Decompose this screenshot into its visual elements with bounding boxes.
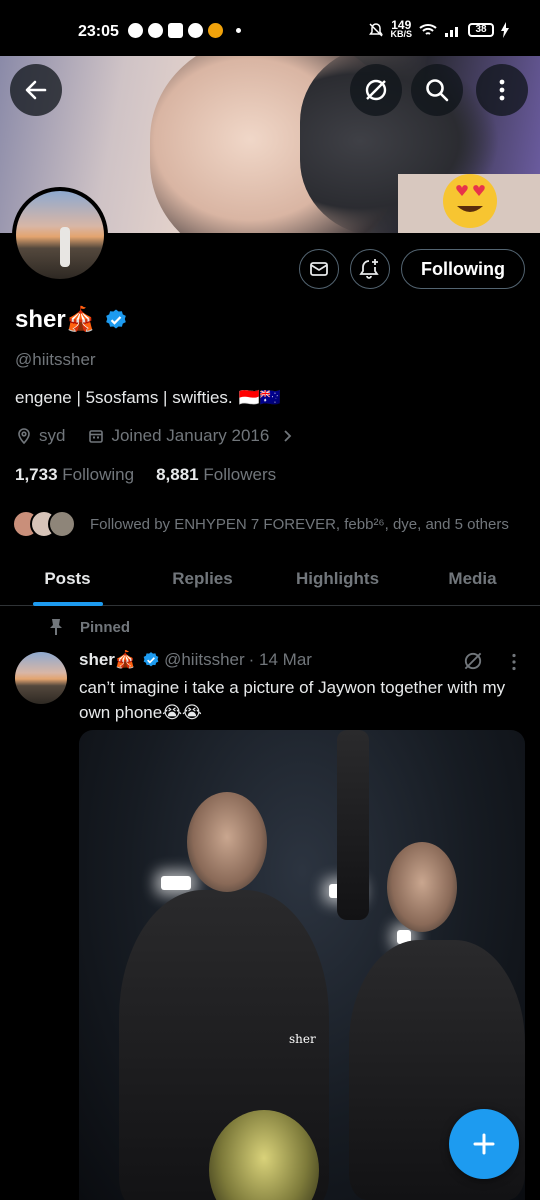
mail-icon xyxy=(310,262,328,276)
tab-highlights[interactable]: Highlights xyxy=(270,552,405,605)
status-bar: 23:05 149 KB/S 38 xyxy=(0,0,540,56)
image-watermark: sher xyxy=(289,1032,316,1046)
more-icon xyxy=(499,79,505,101)
speed-unit: KB/S xyxy=(390,29,412,39)
post-author-avatar[interactable] xyxy=(15,652,67,704)
back-button[interactable] xyxy=(10,64,62,116)
tab-media[interactable]: Media xyxy=(405,552,540,605)
post-author-handle: @hiitssher xyxy=(164,650,245,669)
grok-icon xyxy=(365,79,387,101)
whatsapp-icon xyxy=(128,23,143,38)
status-time: 23:05 xyxy=(78,23,119,40)
following-count: 1,733 xyxy=(15,465,58,484)
location-text: syd xyxy=(39,426,66,445)
following-button[interactable]: Following xyxy=(401,249,525,289)
following-label: Following xyxy=(62,465,135,484)
post-text: can’t imagine i take a picture of Jaywon… xyxy=(79,678,506,722)
search-icon xyxy=(426,79,449,102)
follower-avatar xyxy=(48,510,76,538)
profile-name: sher🎪 xyxy=(15,306,96,333)
follow-counts: 1,733 Following 8,881 Followers xyxy=(15,465,276,485)
pinned-label: Pinned xyxy=(80,618,131,636)
profile-avatar[interactable] xyxy=(12,187,108,283)
post-author-name[interactable]: sher🎪 xyxy=(79,650,136,670)
followers-label: Followers xyxy=(203,465,277,484)
more-notifications-dot xyxy=(236,28,241,33)
followed-by-text: Followed by ENHYPEN 7 FOREVER, febb²⁶, d… xyxy=(90,515,509,533)
tab-replies[interactable]: Replies xyxy=(135,552,270,605)
mute-icon xyxy=(369,23,384,37)
wifi-icon xyxy=(419,24,437,35)
profile-meta: syd Joined January 2016 xyxy=(15,426,295,446)
more-button[interactable] xyxy=(476,64,528,116)
followers-count: 8,881 xyxy=(156,465,199,484)
followed-by-row[interactable]: Followed by ENHYPEN 7 FOREVER, febb²⁶, d… xyxy=(12,508,509,540)
pin-icon xyxy=(50,619,62,635)
chevron-right-icon[interactable] xyxy=(279,428,295,444)
system-icons: 149 KB/S 38 xyxy=(368,19,510,39)
grok-button[interactable] xyxy=(350,64,402,116)
search-button[interactable] xyxy=(411,64,463,116)
bio-flags: 🇮🇩🇦🇺 xyxy=(238,388,281,407)
verified-icon xyxy=(143,652,159,667)
message-button[interactable] xyxy=(299,249,339,289)
bell-plus-icon xyxy=(359,259,379,279)
raised-arm xyxy=(337,730,369,920)
signal-icon xyxy=(445,27,458,37)
shopping-icon xyxy=(168,23,183,38)
post-more-icon[interactable] xyxy=(504,652,524,672)
location-icon xyxy=(18,428,30,445)
pinterest-icon xyxy=(188,23,203,38)
back-arrow-icon xyxy=(25,80,47,100)
stage-light xyxy=(161,876,191,890)
app-icon xyxy=(208,23,223,38)
pinned-label-row: Pinned xyxy=(48,618,130,636)
profile-tabs: Posts Replies Highlights Media xyxy=(0,552,540,606)
compose-button[interactable] xyxy=(449,1109,519,1179)
network-speed: 149 KB/S xyxy=(390,19,412,39)
grok-icon[interactable] xyxy=(462,650,484,672)
profile-handle: @hiitssher xyxy=(15,350,96,369)
profile-bio: engene | 5sosfams | swifties. 🇮🇩🇦🇺 xyxy=(15,388,281,408)
charging-icon xyxy=(501,22,509,38)
verified-icon[interactable] xyxy=(104,308,128,332)
post-date: · 14 Mar xyxy=(248,650,312,669)
performer-right-head xyxy=(387,842,457,932)
following-link[interactable]: 1,733 Following xyxy=(15,465,134,485)
tab-posts[interactable]: Posts xyxy=(0,552,135,605)
line-icon xyxy=(148,23,163,38)
calendar-icon xyxy=(89,430,104,443)
post-header: sher🎪 @hiitssher · 14 Mar xyxy=(79,650,312,670)
profile-name-row: sher🎪 xyxy=(15,305,128,334)
joined-text: Joined January 2016 xyxy=(111,426,270,445)
battery-icon: 38 xyxy=(468,23,494,37)
plus-icon xyxy=(473,1133,495,1155)
heart-eyes-emoji xyxy=(443,174,497,228)
notification-icons xyxy=(128,23,241,38)
notify-button[interactable] xyxy=(350,249,390,289)
performer-left-head xyxy=(187,792,267,892)
followers-link[interactable]: 8,881 Followers xyxy=(156,465,276,485)
bio-text: engene | 5sosfams | swifties. xyxy=(15,388,233,407)
